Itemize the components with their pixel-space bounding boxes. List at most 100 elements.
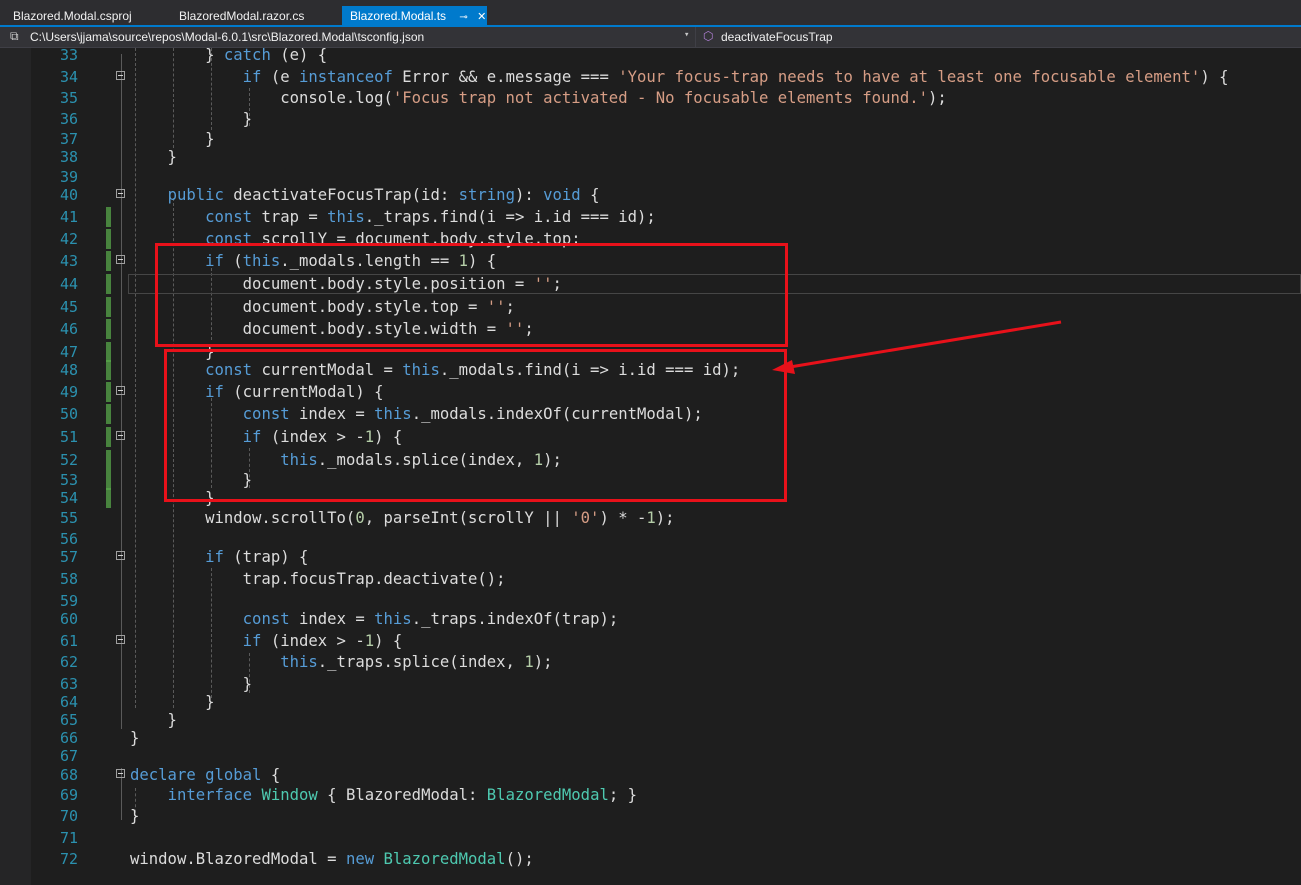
collapse-icon[interactable] (116, 71, 125, 80)
line-number: 50 (59, 405, 78, 423)
code-text: declare global { (130, 766, 281, 784)
line-number: 49 (59, 383, 78, 401)
change-indicator (106, 319, 111, 339)
line-number: 71 (59, 829, 78, 847)
collapse-icon[interactable] (116, 769, 125, 778)
pin-icon[interactable]: ⊸ (459, 8, 467, 28)
change-indicator (106, 274, 111, 294)
change-indicator (106, 382, 111, 402)
code-line[interactable]: 56 (0, 529, 1301, 549)
code-line[interactable]: 66} (0, 728, 1301, 748)
line-number: 68 (59, 766, 78, 784)
code-line[interactable]: 71 (0, 828, 1301, 848)
code-line[interactable]: 67 (0, 746, 1301, 766)
project-dropdown[interactable]: ⧉ C:\Users\jjama\source\repos\Modal-6.0.… (0, 27, 696, 47)
code-line[interactable]: 59 (0, 591, 1301, 611)
line-number: 35 (59, 89, 78, 107)
change-indicator (106, 360, 111, 380)
line-number: 72 (59, 850, 78, 868)
line-number: 48 (59, 361, 78, 379)
code-line[interactable]: 33 } catch (e) { (0, 45, 1301, 65)
project-file-icon: ⧉ (10, 29, 19, 43)
code-text: if (e instanceof Error && e.message === … (242, 68, 1229, 86)
code-text: if (index > -1) { (242, 632, 403, 650)
code-line[interactable]: 69 interface Window { BlazoredModal: Bla… (0, 785, 1301, 805)
tab-label: BlazoredModal.razor.cs (179, 9, 305, 23)
method-icon: ⬡ (703, 29, 714, 43)
code-text: window.BlazoredModal = new BlazoredModal… (130, 850, 534, 868)
code-text: } (130, 675, 253, 693)
code-line[interactable]: 38 } (0, 147, 1301, 167)
line-number: 61 (59, 632, 78, 650)
code-text: public deactivateFocusTrap(id: string): … (167, 186, 600, 204)
line-number: 34 (59, 68, 78, 86)
code-line[interactable]: 63 } (0, 674, 1301, 694)
tab-blazored-modal-csproj[interactable]: Blazored.Modal.csproj (0, 6, 165, 26)
collapse-icon[interactable] (116, 635, 125, 644)
code-text: const trap = this._traps.find(i => i.id … (205, 208, 656, 226)
change-indicator (106, 488, 111, 508)
change-indicator (106, 404, 111, 424)
code-text: } (130, 711, 177, 729)
code-line[interactable]: 70} (0, 806, 1301, 826)
code-line[interactable]: 72 window.BlazoredModal = new BlazoredMod… (0, 849, 1301, 869)
tab-blazoredmodal-razor-cs[interactable]: BlazoredModal.razor.cs (166, 6, 342, 26)
code-text: } (130, 148, 177, 166)
tab-blazored-modal-ts[interactable]: Blazored.Modal.ts ⊸ ✕ (342, 6, 487, 27)
line-number: 55 (59, 509, 78, 527)
collapse-icon[interactable] (116, 551, 125, 560)
collapse-icon[interactable] (116, 386, 125, 395)
line-number: 60 (59, 610, 78, 628)
code-line[interactable]: 35 console.log('Focus trap not activated… (0, 88, 1301, 108)
line-number: 41 (59, 208, 78, 226)
code-line[interactable]: 40 public deactivateFocusTrap(id: string… (0, 185, 1301, 205)
collapse-icon[interactable] (116, 189, 125, 198)
code-line[interactable]: 62 this._traps.splice(index, 1); (0, 652, 1301, 672)
line-number: 51 (59, 428, 78, 446)
line-number: 39 (59, 168, 78, 186)
line-number: 56 (59, 530, 78, 548)
chevron-down-icon[interactable]: ▾ (684, 30, 689, 40)
line-number: 36 (59, 110, 78, 128)
code-text: const index = this._traps.indexOf(trap); (242, 610, 619, 628)
code-line[interactable]: 39 (0, 167, 1301, 187)
code-text: this._traps.splice(index, 1); (280, 653, 553, 671)
code-line[interactable]: 36 } (0, 109, 1301, 129)
line-number: 63 (59, 675, 78, 693)
member-dropdown[interactable]: ⬡ deactivateFocusTrap (697, 27, 1301, 47)
code-line[interactable]: 65 } (0, 710, 1301, 730)
project-path: C:\Users\jjama\source\repos\Modal-6.0.1\… (30, 30, 425, 44)
code-line[interactable]: 41 const trap = this._traps.find(i => i.… (0, 207, 1301, 227)
line-number: 70 (59, 807, 78, 825)
code-line[interactable]: 68 declare global { (0, 765, 1301, 785)
code-text: console.log('Focus trap not activated - … (130, 89, 947, 107)
code-line[interactable]: 60 const index = this._traps.indexOf(tra… (0, 609, 1301, 629)
close-icon[interactable]: ✕ (477, 7, 486, 27)
code-text: trap.focusTrap.deactivate(); (130, 570, 506, 588)
line-number: 58 (59, 570, 78, 588)
code-line[interactable]: 37 } (0, 129, 1301, 149)
collapse-icon[interactable] (116, 431, 125, 440)
change-indicator (106, 342, 111, 362)
change-indicator (106, 470, 111, 490)
line-number: 45 (59, 298, 78, 316)
line-number: 38 (59, 148, 78, 166)
line-number: 52 (59, 451, 78, 469)
annotation-box-body-style (155, 243, 788, 347)
line-number: 47 (59, 343, 78, 361)
code-line[interactable]: 61 if (index > -1) { (0, 631, 1301, 651)
code-line[interactable]: 57 if (trap) { (0, 547, 1301, 567)
line-number: 66 (59, 729, 78, 747)
line-number: 46 (59, 320, 78, 338)
code-line[interactable]: 58 trap.focusTrap.deactivate(); (0, 569, 1301, 589)
line-number: 64 (59, 693, 78, 711)
code-line[interactable]: 55 window.scrollTo(0, parseInt(scrollY |… (0, 508, 1301, 528)
code-text: } (130, 729, 140, 747)
code-text: window.scrollTo(0, parseInt(scrollY || '… (130, 509, 675, 527)
code-line[interactable]: 64 } (0, 692, 1301, 712)
code-text: } (130, 130, 215, 148)
code-line[interactable]: 34 if (e instanceof Error && e.message =… (0, 67, 1301, 87)
change-indicator (106, 427, 111, 447)
collapse-icon[interactable] (116, 255, 125, 264)
change-indicator (106, 229, 111, 249)
